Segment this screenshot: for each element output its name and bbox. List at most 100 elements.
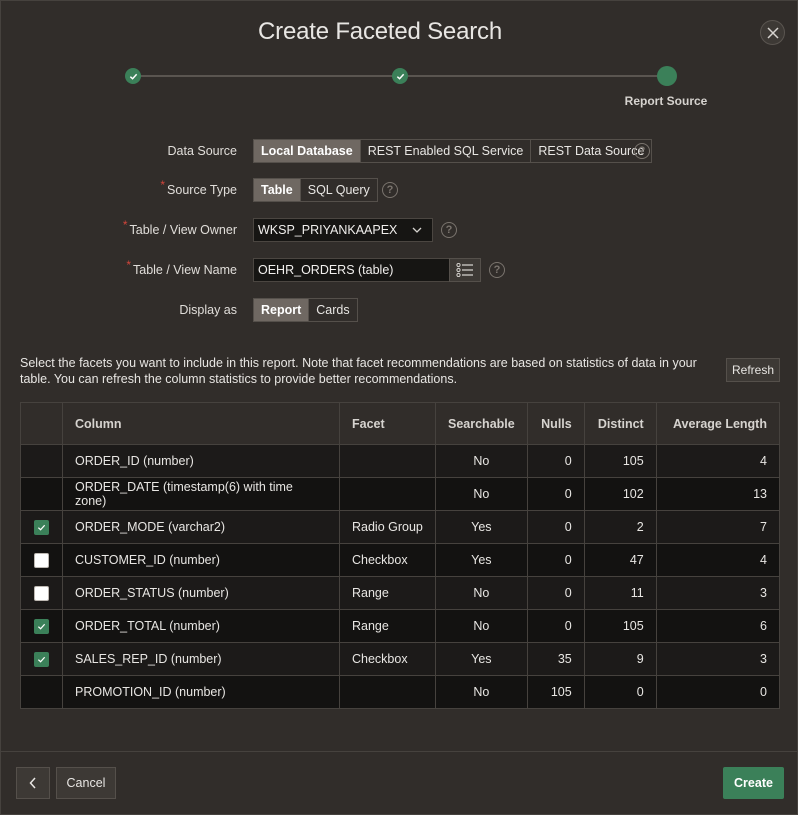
header-select bbox=[20, 402, 63, 445]
searchable-cell: Yes bbox=[435, 642, 528, 676]
select-cell bbox=[20, 477, 63, 511]
close-icon bbox=[766, 26, 779, 39]
table-row: PROMOTION_ID (number) No 105 0 0 bbox=[20, 675, 781, 709]
average-length-cell: 3 bbox=[655, 642, 781, 676]
data-source-row: Data Source Local Database REST Enabled … bbox=[1, 139, 798, 163]
facet-cell: Checkbox bbox=[339, 642, 436, 676]
footer-divider bbox=[1, 751, 798, 752]
distinct-cell: 105 bbox=[583, 609, 657, 643]
data-source-toggle: Local Database REST Enabled SQL Service … bbox=[253, 139, 653, 163]
source-type-row: * Source Type Table SQL Query ? bbox=[1, 178, 798, 202]
searchable-cell: No bbox=[435, 444, 528, 478]
display-as-label: Display as bbox=[179, 303, 237, 317]
help-icon[interactable]: ? bbox=[441, 222, 457, 238]
searchable-cell: No bbox=[435, 675, 528, 709]
select-cell bbox=[20, 576, 63, 610]
header-average-length: Average Length bbox=[655, 402, 781, 445]
wizard-connector bbox=[133, 75, 401, 77]
source-type-table[interactable]: Table bbox=[254, 179, 301, 201]
column-cell: CUSTOMER_ID (number) bbox=[62, 543, 340, 577]
checkmark-icon bbox=[37, 524, 46, 531]
table-row: ORDER_DATE (timestamp(6) with time zone)… bbox=[20, 477, 781, 511]
wizard-connector bbox=[401, 75, 667, 77]
average-length-cell: 7 bbox=[655, 510, 781, 544]
searchable-cell: Yes bbox=[435, 543, 528, 577]
create-button[interactable]: Create bbox=[723, 767, 784, 799]
help-icon[interactable]: ? bbox=[489, 262, 505, 278]
back-button[interactable] bbox=[16, 767, 50, 799]
wizard-step-3-current bbox=[657, 66, 677, 86]
source-type-label: * Source Type bbox=[160, 178, 237, 197]
searchable-cell: No bbox=[435, 477, 528, 511]
checkmark-icon bbox=[37, 623, 46, 630]
display-as-cards[interactable]: Cards bbox=[309, 299, 357, 321]
nulls-cell: 105 bbox=[526, 675, 585, 709]
column-cell: SALES_REP_ID (number) bbox=[62, 642, 340, 676]
average-length-cell: 4 bbox=[655, 444, 781, 478]
distinct-cell: 47 bbox=[583, 543, 657, 577]
average-length-cell: 6 bbox=[655, 609, 781, 643]
facet-cell: Range bbox=[339, 609, 436, 643]
header-nulls: Nulls bbox=[526, 402, 585, 445]
facet-cell bbox=[339, 675, 436, 709]
data-source-label: Data Source bbox=[167, 144, 237, 158]
header-facet: Facet bbox=[339, 402, 436, 445]
wizard-step-label: Report Source bbox=[624, 94, 708, 108]
help-icon[interactable]: ? bbox=[382, 182, 398, 198]
nulls-cell: 0 bbox=[526, 477, 585, 511]
select-cell bbox=[20, 642, 63, 676]
source-type-sql-query[interactable]: SQL Query bbox=[300, 179, 377, 201]
owner-label: * Table / View Owner bbox=[123, 218, 237, 237]
select-cell bbox=[20, 675, 63, 709]
average-length-cell: 3 bbox=[655, 576, 781, 610]
owner-select[interactable]: WKSP_PRIYANKAAPEX bbox=[253, 218, 433, 242]
table-name-row: *Table / View Name ? bbox=[1, 258, 798, 282]
column-cell: ORDER_TOTAL (number) bbox=[62, 609, 340, 643]
close-button[interactable] bbox=[760, 20, 785, 45]
column-cell: PROMOTION_ID (number) bbox=[62, 675, 340, 709]
refresh-button[interactable]: Refresh bbox=[726, 358, 780, 382]
table-row: SALES_REP_ID (number) Checkbox Yes 35 9 3 bbox=[20, 642, 781, 676]
nulls-cell: 0 bbox=[526, 609, 585, 643]
owner-label-text: Table / View Owner bbox=[129, 223, 237, 237]
facet-checkbox-unchecked[interactable] bbox=[34, 552, 49, 568]
cancel-button[interactable]: Cancel bbox=[56, 767, 116, 799]
facets-hint-text: Select the facets you want to include in… bbox=[20, 356, 697, 386]
source-type-toggle: Table SQL Query bbox=[253, 178, 378, 202]
owner-select-value: WKSP_PRIYANKAAPEX bbox=[258, 223, 398, 237]
distinct-cell: 2 bbox=[583, 510, 657, 544]
display-as-report[interactable]: Report bbox=[254, 299, 310, 321]
display-as-toggle: Report Cards bbox=[253, 298, 358, 322]
select-cell bbox=[20, 609, 63, 643]
required-marker: * bbox=[122, 218, 128, 232]
facet-cell: Radio Group bbox=[339, 510, 436, 544]
column-cell: ORDER_STATUS (number) bbox=[62, 576, 340, 610]
wizard-progress bbox=[125, 66, 685, 107]
checkmark-icon bbox=[396, 73, 404, 80]
facet-cell: Checkbox bbox=[339, 543, 436, 577]
column-cell: ORDER_ID (number) bbox=[62, 444, 340, 478]
average-length-cell: 13 bbox=[655, 477, 781, 511]
facet-checkbox-unchecked[interactable] bbox=[34, 585, 49, 601]
wizard-step-1-complete bbox=[125, 68, 141, 84]
header-searchable: Searchable bbox=[435, 402, 528, 445]
table-name-input[interactable] bbox=[253, 258, 450, 282]
facet-checkbox-checked[interactable] bbox=[34, 651, 49, 667]
table-header-row: Column Facet Searchable Nulls Distinct A… bbox=[20, 402, 781, 445]
column-cell: ORDER_MODE (varchar2) bbox=[62, 510, 340, 544]
list-icon bbox=[456, 263, 473, 277]
data-source-rest-enabled-sql[interactable]: REST Enabled SQL Service bbox=[360, 140, 532, 162]
source-type-label-text: Source Type bbox=[167, 183, 237, 197]
chevron-down-icon bbox=[412, 227, 422, 233]
list-of-values-button[interactable] bbox=[449, 258, 481, 282]
checkmark-icon bbox=[129, 73, 137, 80]
facet-checkbox-checked[interactable] bbox=[34, 618, 49, 634]
facets-table: Column Facet Searchable Nulls Distinct A… bbox=[20, 402, 781, 709]
nulls-cell: 0 bbox=[526, 576, 585, 610]
table-name-label-text: Table / View Name bbox=[133, 263, 237, 277]
data-source-local-database[interactable]: Local Database bbox=[254, 140, 361, 162]
help-icon[interactable]: ? bbox=[634, 143, 650, 159]
table-row: ORDER_TOTAL (number) Range No 0 105 6 bbox=[20, 609, 781, 643]
facet-checkbox-checked[interactable] bbox=[34, 519, 49, 535]
distinct-cell: 0 bbox=[583, 675, 657, 709]
